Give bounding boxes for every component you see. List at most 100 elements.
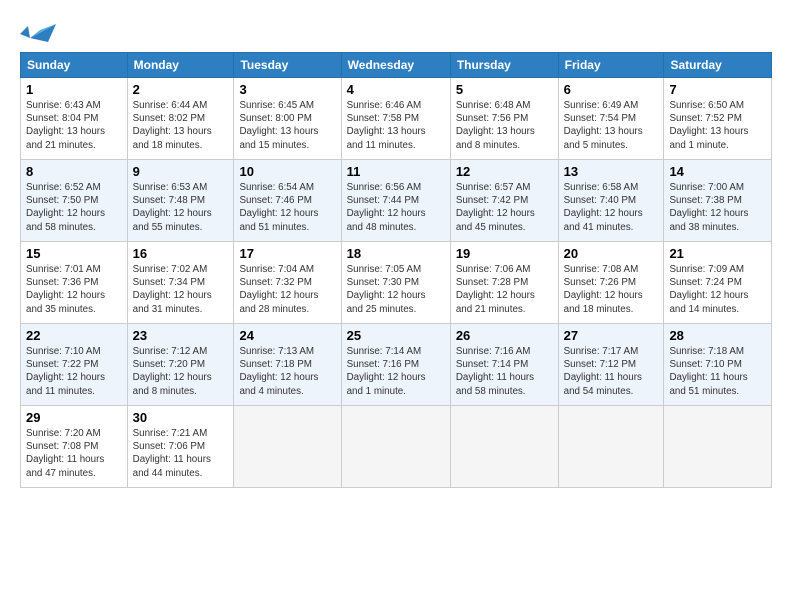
calendar-cell: 8 Sunrise: 6:52 AM Sunset: 7:50 PM Daylig… [21, 160, 128, 242]
day-detail: Sunrise: 7:21 AM Sunset: 7:06 PM Dayligh… [133, 427, 229, 480]
day-number: 27 [564, 328, 659, 343]
calendar-cell: 21 Sunrise: 7:09 AM Sunset: 7:24 PM Dayli… [664, 242, 772, 324]
day-number: 17 [239, 246, 335, 261]
day-detail: Sunrise: 6:50 AM Sunset: 7:52 PM Dayligh… [669, 99, 766, 152]
calendar-cell: 17 Sunrise: 7:04 AM Sunset: 7:32 PM Dayli… [234, 242, 341, 324]
calendar-cell: 9Sunrise: 6:53 AM Sunset: 7:48 PM Daylig… [127, 160, 234, 242]
day-detail: Sunrise: 7:02 AM Sunset: 7:34 PM Dayligh… [133, 263, 229, 316]
calendar-week-row: 1Sunrise: 6:43 AM Sunset: 8:04 PM Daylig… [21, 78, 772, 160]
day-detail: Sunrise: 6:48 AM Sunset: 7:56 PM Dayligh… [456, 99, 553, 152]
calendar-header-row: SundayMondayTuesdayWednesdayThursdayFrid… [21, 53, 772, 78]
calendar-cell: 2 Sunrise: 6:44 AM Sunset: 8:02 PM Daylig… [127, 78, 234, 160]
calendar-cell: 13Sunrise: 6:58 AM Sunset: 7:40 PM Dayli… [558, 160, 664, 242]
day-detail: Sunrise: 6:45 AM Sunset: 8:00 PM Dayligh… [239, 99, 335, 152]
calendar-week-row: 29 Sunrise: 7:20 AM Sunset: 7:08 PM Dayli… [21, 406, 772, 488]
calendar-cell: 23Sunrise: 7:12 AM Sunset: 7:20 PM Dayli… [127, 324, 234, 406]
day-detail: Sunrise: 7:13 AM Sunset: 7:18 PM Dayligh… [239, 345, 335, 398]
day-detail: Sunrise: 7:16 AM Sunset: 7:14 PM Dayligh… [456, 345, 553, 398]
calendar-table: SundayMondayTuesdayWednesdayThursdayFrid… [20, 52, 772, 488]
day-detail: Sunrise: 7:20 AM Sunset: 7:08 PM Dayligh… [26, 427, 122, 480]
day-number: 5 [456, 82, 553, 97]
day-number: 24 [239, 328, 335, 343]
calendar-cell: 20 Sunrise: 7:08 AM Sunset: 7:26 PM Dayli… [558, 242, 664, 324]
calendar-cell [664, 406, 772, 488]
day-detail: Sunrise: 7:08 AM Sunset: 7:26 PM Dayligh… [564, 263, 659, 316]
column-header-thursday: Thursday [450, 53, 558, 78]
day-detail: Sunrise: 7:01 AM Sunset: 7:36 PM Dayligh… [26, 263, 122, 316]
calendar-cell: 3 Sunrise: 6:45 AM Sunset: 8:00 PM Daylig… [234, 78, 341, 160]
day-detail: Sunrise: 7:17 AM Sunset: 7:12 PM Dayligh… [564, 345, 659, 398]
calendar-cell: 7 Sunrise: 6:50 AM Sunset: 7:52 PM Daylig… [664, 78, 772, 160]
calendar-cell: 22 Sunrise: 7:10 AM Sunset: 7:22 PM Dayli… [21, 324, 128, 406]
day-number: 2 [133, 82, 229, 97]
day-number: 9 [133, 164, 229, 179]
column-header-saturday: Saturday [664, 53, 772, 78]
day-number: 26 [456, 328, 553, 343]
page-header [20, 16, 772, 46]
calendar-cell: 11Sunrise: 6:56 AM Sunset: 7:44 PM Dayli… [341, 160, 450, 242]
day-detail: Sunrise: 7:10 AM Sunset: 7:22 PM Dayligh… [26, 345, 122, 398]
calendar-cell: 30 Sunrise: 7:21 AM Sunset: 7:06 PM Dayli… [127, 406, 234, 488]
calendar-cell: 14 Sunrise: 7:00 AM Sunset: 7:38 PM Dayli… [664, 160, 772, 242]
calendar-cell [450, 406, 558, 488]
day-number: 11 [347, 164, 445, 179]
day-number: 18 [347, 246, 445, 261]
day-number: 13 [564, 164, 659, 179]
calendar-cell: 27 Sunrise: 7:17 AM Sunset: 7:12 PM Dayli… [558, 324, 664, 406]
day-detail: Sunrise: 6:46 AM Sunset: 7:58 PM Dayligh… [347, 99, 445, 152]
day-number: 3 [239, 82, 335, 97]
calendar-cell: 5 Sunrise: 6:48 AM Sunset: 7:56 PM Daylig… [450, 78, 558, 160]
day-detail: Sunrise: 7:18 AM Sunset: 7:10 PM Dayligh… [669, 345, 766, 398]
column-header-friday: Friday [558, 53, 664, 78]
day-number: 23 [133, 328, 229, 343]
day-number: 8 [26, 164, 122, 179]
day-number: 25 [347, 328, 445, 343]
calendar-cell: 16 Sunrise: 7:02 AM Sunset: 7:34 PM Dayli… [127, 242, 234, 324]
calendar-week-row: 22 Sunrise: 7:10 AM Sunset: 7:22 PM Dayli… [21, 324, 772, 406]
logo [20, 16, 60, 46]
calendar-cell: 6Sunrise: 6:49 AM Sunset: 7:54 PM Daylig… [558, 78, 664, 160]
day-detail: Sunrise: 7:04 AM Sunset: 7:32 PM Dayligh… [239, 263, 335, 316]
day-detail: Sunrise: 7:06 AM Sunset: 7:28 PM Dayligh… [456, 263, 553, 316]
column-header-wednesday: Wednesday [341, 53, 450, 78]
day-detail: Sunrise: 7:00 AM Sunset: 7:38 PM Dayligh… [669, 181, 766, 234]
day-number: 12 [456, 164, 553, 179]
day-number: 16 [133, 246, 229, 261]
day-detail: Sunrise: 6:52 AM Sunset: 7:50 PM Dayligh… [26, 181, 122, 234]
day-detail: Sunrise: 7:14 AM Sunset: 7:16 PM Dayligh… [347, 345, 445, 398]
day-number: 15 [26, 246, 122, 261]
calendar-cell: 1Sunrise: 6:43 AM Sunset: 8:04 PM Daylig… [21, 78, 128, 160]
day-number: 29 [26, 410, 122, 425]
calendar-cell: 10 Sunrise: 6:54 AM Sunset: 7:46 PM Dayli… [234, 160, 341, 242]
day-detail: Sunrise: 6:57 AM Sunset: 7:42 PM Dayligh… [456, 181, 553, 234]
day-number: 21 [669, 246, 766, 261]
day-number: 22 [26, 328, 122, 343]
day-detail: Sunrise: 6:49 AM Sunset: 7:54 PM Dayligh… [564, 99, 659, 152]
column-header-sunday: Sunday [21, 53, 128, 78]
calendar-cell: 24 Sunrise: 7:13 AM Sunset: 7:18 PM Dayli… [234, 324, 341, 406]
calendar-cell: 12 Sunrise: 6:57 AM Sunset: 7:42 PM Dayli… [450, 160, 558, 242]
column-header-monday: Monday [127, 53, 234, 78]
day-number: 19 [456, 246, 553, 261]
day-detail: Sunrise: 6:44 AM Sunset: 8:02 PM Dayligh… [133, 99, 229, 152]
calendar-cell: 18 Sunrise: 7:05 AM Sunset: 7:30 PM Dayli… [341, 242, 450, 324]
day-number: 14 [669, 164, 766, 179]
day-detail: Sunrise: 7:09 AM Sunset: 7:24 PM Dayligh… [669, 263, 766, 316]
day-number: 4 [347, 82, 445, 97]
logo-icon [20, 16, 56, 46]
calendar-cell: 29 Sunrise: 7:20 AM Sunset: 7:08 PM Dayli… [21, 406, 128, 488]
day-number: 20 [564, 246, 659, 261]
calendar-cell: 25 Sunrise: 7:14 AM Sunset: 7:16 PM Dayli… [341, 324, 450, 406]
calendar-cell [558, 406, 664, 488]
calendar-cell: 26 Sunrise: 7:16 AM Sunset: 7:14 PM Dayli… [450, 324, 558, 406]
day-detail: Sunrise: 6:54 AM Sunset: 7:46 PM Dayligh… [239, 181, 335, 234]
day-number: 7 [669, 82, 766, 97]
day-detail: Sunrise: 7:05 AM Sunset: 7:30 PM Dayligh… [347, 263, 445, 316]
day-number: 30 [133, 410, 229, 425]
calendar-week-row: 15 Sunrise: 7:01 AM Sunset: 7:36 PM Dayli… [21, 242, 772, 324]
calendar-week-row: 8 Sunrise: 6:52 AM Sunset: 7:50 PM Daylig… [21, 160, 772, 242]
calendar-cell: 4 Sunrise: 6:46 AM Sunset: 7:58 PM Daylig… [341, 78, 450, 160]
day-number: 10 [239, 164, 335, 179]
day-number: 28 [669, 328, 766, 343]
calendar-cell [234, 406, 341, 488]
